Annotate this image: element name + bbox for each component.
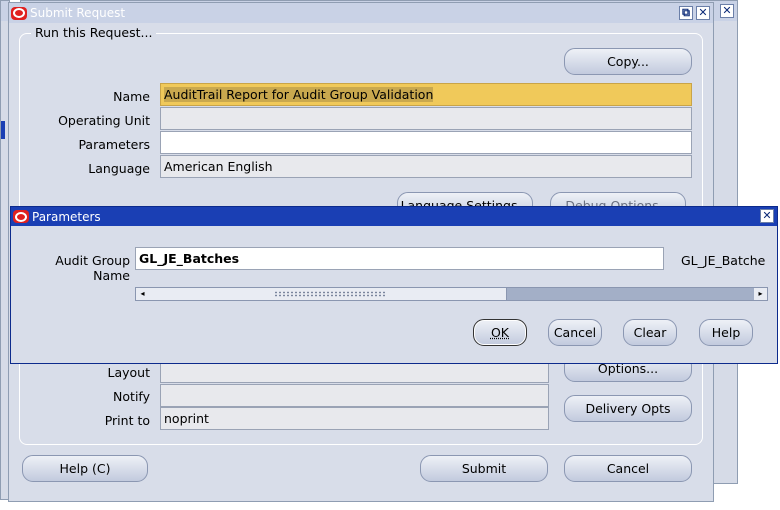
notify-field[interactable] bbox=[160, 384, 549, 407]
scroll-left-arrow-icon[interactable]: ◂ bbox=[136, 288, 149, 300]
oracle-logo-icon bbox=[13, 210, 29, 223]
dialog-cancel-button[interactable]: Cancel bbox=[548, 319, 602, 346]
audit-group-field[interactable]: GL_JE_Batches bbox=[135, 247, 664, 270]
scrollbar-grip bbox=[274, 291, 386, 297]
run-request-group-title: Run this Request... bbox=[31, 25, 157, 40]
layout-label: Layout bbox=[107, 365, 151, 380]
scroll-right-arrow-icon[interactable]: ▸ bbox=[754, 288, 767, 300]
print-to-field[interactable]: noprint bbox=[160, 407, 549, 430]
name-label: Name bbox=[113, 89, 150, 104]
audit-group-description: GL_JE_Batche bbox=[681, 253, 766, 268]
submit-request-titlebar: Submit Request ⧉ ✕ bbox=[9, 3, 713, 23]
parameters-dialog: Parameters ✕ Audit Group Name GL_JE_Batc… bbox=[10, 206, 778, 364]
submit-button[interactable]: Submit bbox=[420, 455, 548, 482]
copy-button[interactable]: Copy... bbox=[564, 48, 692, 75]
oracle-logo-icon bbox=[11, 6, 27, 20]
behind-window-close-icon[interactable]: ✕ bbox=[720, 4, 734, 18]
close-icon[interactable]: ✕ bbox=[696, 6, 710, 20]
cancel-button[interactable]: Cancel bbox=[564, 455, 692, 482]
parameters-field[interactable] bbox=[160, 131, 692, 154]
submit-request-title: Submit Request bbox=[30, 6, 126, 20]
language-field[interactable]: American English bbox=[160, 155, 692, 178]
parameters-close-icon[interactable]: ✕ bbox=[760, 209, 774, 223]
parameters-titlebar: Parameters ✕ bbox=[11, 207, 777, 226]
name-value: AuditTrail Report for Audit Group Valida… bbox=[164, 87, 434, 102]
parameters-label: Parameters bbox=[78, 137, 150, 152]
clear-button[interactable]: Clear bbox=[623, 319, 677, 346]
operating-unit-field[interactable] bbox=[160, 107, 692, 130]
language-label: Language bbox=[88, 161, 150, 176]
help-button[interactable]: Help (C) bbox=[22, 455, 148, 482]
ok-label: OK bbox=[490, 325, 510, 340]
ok-button[interactable]: OK bbox=[473, 319, 527, 346]
audit-group-label: Audit Group Name bbox=[55, 253, 130, 283]
operating-unit-label: Operating Unit bbox=[58, 113, 150, 128]
restore-icon[interactable]: ⧉ bbox=[679, 6, 693, 20]
parameters-title: Parameters bbox=[32, 209, 101, 224]
print-to-label: Print to bbox=[104, 413, 150, 428]
delivery-opts-button[interactable]: Delivery Opts bbox=[564, 395, 692, 422]
dialog-help-button[interactable]: Help bbox=[699, 319, 753, 346]
scrollbar-thumb[interactable] bbox=[149, 288, 507, 300]
notify-label: Notify bbox=[113, 389, 150, 404]
horizontal-scrollbar[interactable]: ◂ ▸ bbox=[135, 287, 768, 301]
background-window-marker bbox=[1, 121, 5, 139]
name-field[interactable]: AuditTrail Report for Audit Group Valida… bbox=[160, 83, 692, 106]
